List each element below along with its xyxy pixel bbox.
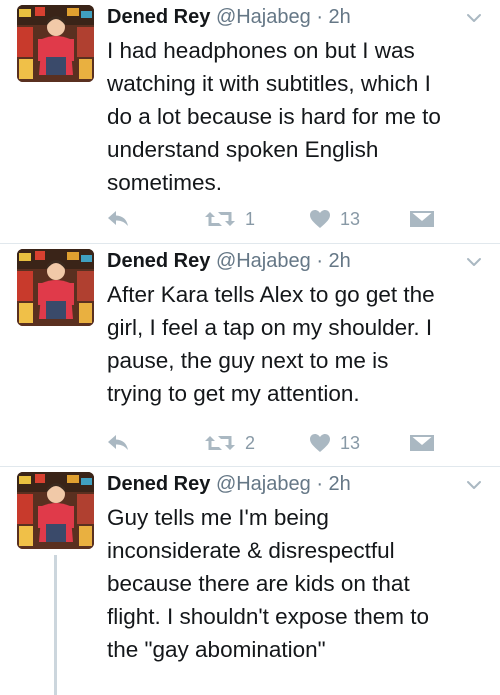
avatar[interactable] <box>17 472 94 549</box>
tweet[interactable]: Dened Rey @Hajabeg · 2h I had headphones… <box>0 0 500 243</box>
tweet-text-line: do a lot because is hard for me to <box>107 104 441 129</box>
author-handle[interactable]: @Hajabeg <box>216 6 311 28</box>
avatar-image <box>17 472 94 549</box>
like-button[interactable]: 13 <box>309 204 360 234</box>
thread-connector-line <box>54 555 57 695</box>
reply-icon <box>106 209 130 229</box>
direct-message-button[interactable] <box>409 204 435 234</box>
tweet-text-line: pause, the guy next to me is <box>107 348 389 373</box>
chevron-down-icon[interactable] <box>466 256 482 268</box>
tweet-text: Guy tells me I'm being inconsiderate & d… <box>107 501 492 666</box>
action-bar: 1 13 <box>0 204 500 234</box>
tweet-text-line: I had headphones on but I was <box>107 38 415 63</box>
author-name[interactable]: Dened Rey <box>107 250 210 272</box>
envelope-icon <box>409 433 435 453</box>
timestamp[interactable]: 2h <box>329 250 351 272</box>
author-handle[interactable]: @Hajabeg <box>216 473 311 495</box>
tweet-text-line: because there are kids on that <box>107 571 410 596</box>
avatar[interactable] <box>17 5 94 82</box>
tweet-text-line: inconsiderate & disrespectful <box>107 538 395 563</box>
chevron-down-icon[interactable] <box>466 12 482 24</box>
tweet-text-line: girl, I feel a tap on my shoulder. I <box>107 315 433 340</box>
chevron-down-icon[interactable] <box>466 479 482 491</box>
reply-button[interactable] <box>106 204 130 234</box>
tweet-text-line: watching it with subtitles, which I <box>107 71 431 96</box>
tweet[interactable]: Dened Rey @Hajabeg · 2h Guy tells me I'm… <box>0 467 500 695</box>
action-bar: 2 13 <box>0 428 500 458</box>
separator: · <box>316 250 323 272</box>
retweet-icon <box>204 433 236 453</box>
like-count: 13 <box>340 432 361 453</box>
author-handle[interactable]: @Hajabeg <box>216 250 311 272</box>
tweet-text-line: After Kara tells Alex to go get the <box>107 282 435 307</box>
heart-icon <box>309 209 331 229</box>
tweet-header: Dened Rey @Hajabeg · 2h <box>107 2 457 32</box>
retweet-count: 1 <box>245 208 256 229</box>
tweet-text-line: the "gay abomination" <box>107 637 326 662</box>
author-name[interactable]: Dened Rey <box>107 6 210 28</box>
tweet-header: Dened Rey @Hajabeg · 2h <box>107 469 457 499</box>
envelope-icon <box>409 209 435 229</box>
avatar-image <box>17 249 94 326</box>
tweet-text: I had headphones on but I was watching i… <box>107 34 492 199</box>
reply-icon <box>106 433 130 453</box>
timestamp[interactable]: 2h <box>329 473 351 495</box>
retweet-button[interactable]: 2 <box>204 428 255 458</box>
tweet[interactable]: Dened Rey @Hajabeg · 2h After Kara tells… <box>0 244 500 466</box>
tweet-text-line: flight. I shouldn't expose them to <box>107 604 429 629</box>
separator: · <box>316 473 323 495</box>
avatar-image <box>17 5 94 82</box>
timestamp[interactable]: 2h <box>329 6 351 28</box>
retweet-icon <box>204 209 236 229</box>
tweet-text-line: understand spoken English <box>107 137 379 162</box>
author-name[interactable]: Dened Rey <box>107 473 210 495</box>
like-button[interactable]: 13 <box>309 428 360 458</box>
retweet-button[interactable]: 1 <box>204 204 255 234</box>
avatar[interactable] <box>17 249 94 326</box>
tweet-header: Dened Rey @Hajabeg · 2h <box>107 246 457 276</box>
tweet-text-line: Guy tells me I'm being <box>107 505 329 530</box>
direct-message-button[interactable] <box>409 428 435 458</box>
heart-icon <box>309 433 331 453</box>
tweet-text: After Kara tells Alex to go get the girl… <box>107 278 492 410</box>
separator: · <box>316 6 323 28</box>
like-count: 13 <box>340 208 361 229</box>
reply-button[interactable] <box>106 428 130 458</box>
tweet-text-line: sometimes. <box>107 170 223 195</box>
retweet-count: 2 <box>245 432 256 453</box>
tweet-text-line: trying to get my attention. <box>107 381 360 406</box>
